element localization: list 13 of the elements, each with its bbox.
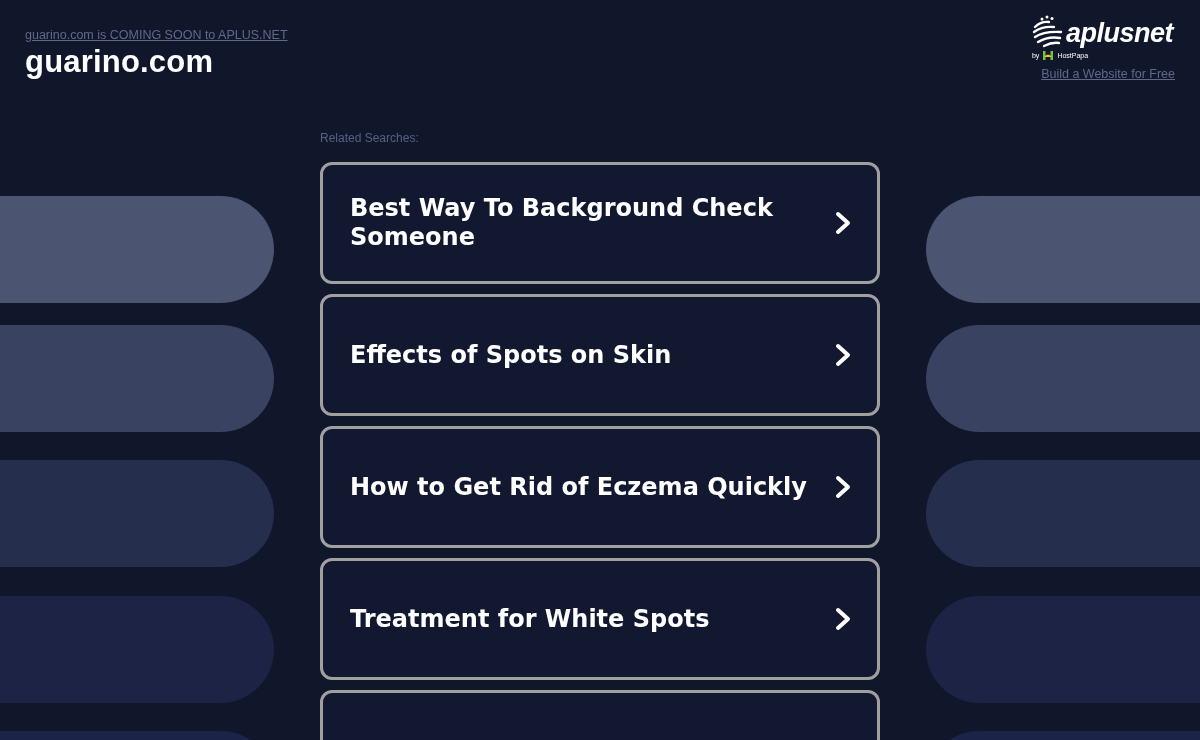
- chevron-right-icon: [835, 607, 851, 631]
- related-searches-label: Related Searches:: [320, 130, 419, 146]
- domain-title: guarino.com: [25, 43, 214, 80]
- chevron-right-icon: [835, 475, 851, 499]
- logo-icon: [1031, 15, 1063, 48]
- brand-wordmark: aplusnet: [1065, 18, 1173, 48]
- chevron-right-icon: [835, 211, 851, 235]
- chevron-right-icon: [835, 343, 851, 367]
- small-logo-icon: [1043, 51, 1054, 60]
- related-search-link[interactable]: How to Get Rid of Eczema Quickly: [320, 426, 880, 548]
- related-search-link[interactable]: Effects of Spots on Skin: [320, 294, 880, 416]
- related-search-link[interactable]: Best Way To Background Check Someone: [320, 162, 880, 284]
- related-search-link[interactable]: Treatment for White Spots: [320, 558, 880, 680]
